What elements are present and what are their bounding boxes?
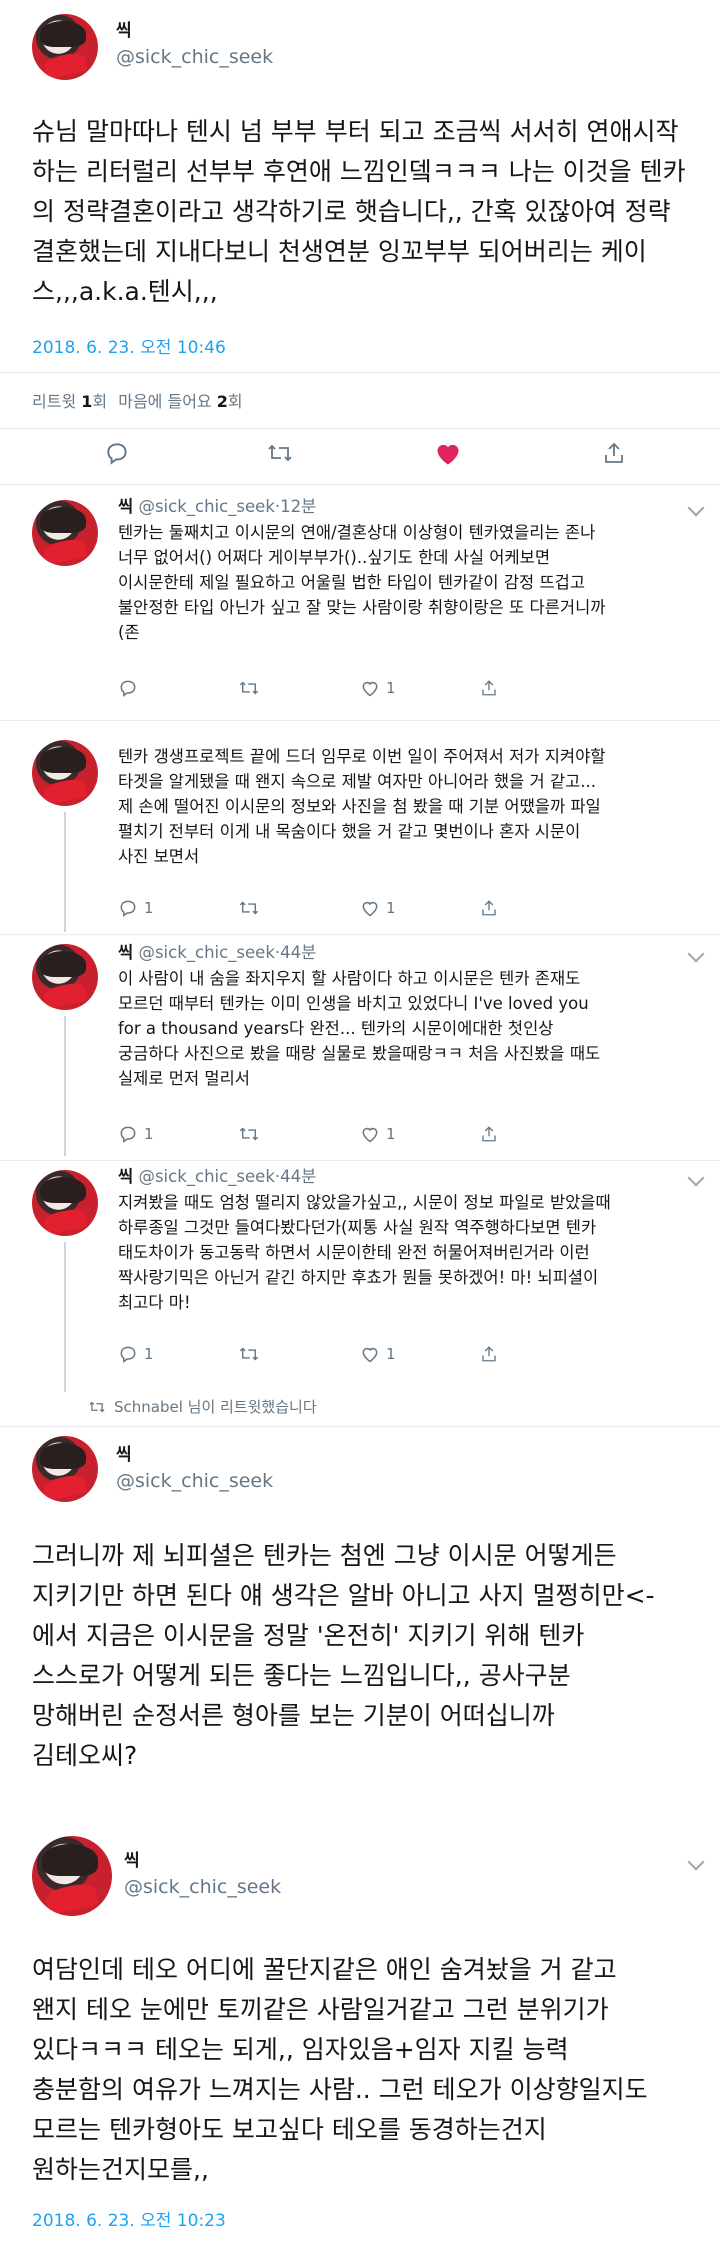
retweet-icon[interactable] bbox=[238, 1124, 260, 1144]
reply-icon[interactable]: 1 bbox=[118, 898, 154, 918]
reply-text: 텐카 갱생프로젝트 끝에 드더 임무로 이번 일이 주어져서 저가 지켜야할 타겟… bbox=[118, 747, 606, 866]
reply-time[interactable]: 44분 bbox=[280, 1167, 316, 1186]
like-icon[interactable]: 1 bbox=[360, 1344, 396, 1364]
tweet-text: 여담인데 테오 어디에 꿀단지같은 애인 숨겨놨을 거 같고 왠지 테오 눈에만 … bbox=[32, 1955, 648, 2184]
chevron-down-icon[interactable] bbox=[687, 1169, 705, 1187]
author-handle[interactable]: @sick_chic_seek bbox=[124, 1876, 281, 1898]
divider bbox=[0, 484, 720, 485]
author-name[interactable]: 씩 bbox=[118, 1167, 133, 1186]
retweet-notice[interactable]: Schnabel 님이 리트윗했습니다 bbox=[88, 1396, 317, 1417]
reply-text: 이 사람이 내 숨을 좌지우지 할 사람이다 하고 이시문은 텐카 존재도 모르던… bbox=[118, 969, 601, 1088]
like-icon[interactable]: 1 bbox=[360, 1124, 396, 1144]
timestamp[interactable]: 2018. 6. 23. 오전 10:23 bbox=[32, 2206, 226, 2231]
author-name[interactable]: 씩 bbox=[116, 1440, 132, 1465]
author-handle[interactable]: @sick_chic_seek bbox=[138, 943, 274, 962]
tweet-text: 그러니까 제 뇌피셜은 텐카는 첨엔 그냥 이시문 어떻게든 지키기만 하면 된다… bbox=[32, 1541, 655, 1770]
avatar[interactable] bbox=[32, 740, 98, 806]
divider bbox=[0, 428, 720, 429]
like-icon[interactable] bbox=[434, 440, 462, 466]
author-name[interactable]: 씩 bbox=[118, 943, 133, 962]
reply-time[interactable]: 12분 bbox=[280, 497, 316, 516]
avatar[interactable] bbox=[32, 944, 98, 1010]
divider bbox=[0, 372, 720, 373]
retweet-icon[interactable] bbox=[238, 678, 260, 698]
reply-icon[interactable]: 1 bbox=[118, 1344, 154, 1364]
thread-line bbox=[64, 1242, 66, 1392]
author-handle[interactable]: @sick_chic_seek bbox=[138, 1167, 274, 1186]
author-name[interactable]: 씩 bbox=[116, 16, 132, 41]
share-icon[interactable] bbox=[480, 1124, 498, 1144]
reply-time[interactable]: 44분 bbox=[280, 943, 316, 962]
share-icon[interactable] bbox=[480, 898, 498, 918]
like-icon[interactable]: 1 bbox=[360, 678, 396, 698]
tweet-text: 슈님 말마따나 텐시 넘 부부 부터 되고 조금씩 서서히 연애시작하는 리터럴… bbox=[32, 117, 686, 306]
retweet-icon[interactable] bbox=[238, 1344, 260, 1364]
divider bbox=[0, 1426, 720, 1427]
reply-header: 씩 @sick_chic_seek·12분 bbox=[118, 497, 317, 516]
reply-text: 지켜봤을 때도 엄청 떨리지 않았을가싶고,, 시문이 정보 파일로 받았을때 하… bbox=[118, 1193, 611, 1312]
chevron-down-icon[interactable] bbox=[687, 945, 705, 963]
share-icon[interactable] bbox=[480, 678, 498, 698]
author-handle[interactable]: @sick_chic_seek bbox=[138, 497, 274, 516]
avatar[interactable] bbox=[32, 14, 98, 80]
reply-header: 씩 @sick_chic_seek·44분 bbox=[118, 1167, 317, 1186]
thread-line bbox=[64, 1016, 66, 1156]
author-handle[interactable]: @sick_chic_seek bbox=[116, 46, 273, 68]
reply-icon[interactable] bbox=[118, 678, 144, 698]
reply-icon[interactable] bbox=[104, 440, 130, 466]
share-icon[interactable] bbox=[480, 1344, 498, 1364]
reply-header: 씩 @sick_chic_seek·44분 bbox=[118, 943, 317, 962]
divider bbox=[0, 934, 720, 935]
like-icon[interactable]: 1 bbox=[360, 898, 396, 918]
author-name[interactable]: 씩 bbox=[118, 497, 133, 516]
thread-line bbox=[64, 812, 66, 932]
divider bbox=[0, 1160, 720, 1161]
author-name[interactable]: 씩 bbox=[124, 1846, 140, 1871]
avatar[interactable] bbox=[32, 1836, 112, 1916]
reply-icon[interactable]: 1 bbox=[118, 1124, 154, 1144]
tweet-stats: 리트윗 1회 마음에 들어요 2회 bbox=[32, 392, 243, 411]
retweet-icon[interactable] bbox=[238, 898, 260, 918]
timestamp[interactable]: 2018. 6. 23. 오전 10:46 bbox=[32, 333, 226, 358]
chevron-down-icon[interactable] bbox=[687, 499, 705, 517]
retweet-icon bbox=[89, 1401, 105, 1412]
retweet-icon[interactable] bbox=[266, 440, 294, 466]
avatar[interactable] bbox=[32, 1436, 98, 1502]
author-handle[interactable]: @sick_chic_seek bbox=[116, 1470, 273, 1492]
avatar[interactable] bbox=[32, 1170, 98, 1236]
reply-text: 텐카는 둘째치고 이시문의 연애/결혼상대 이상형이 텐카였을리는 존나 너무 없… bbox=[118, 523, 606, 642]
chevron-down-icon[interactable] bbox=[687, 1853, 705, 1871]
avatar[interactable] bbox=[32, 500, 98, 566]
divider bbox=[0, 720, 720, 721]
share-icon[interactable] bbox=[602, 440, 626, 466]
